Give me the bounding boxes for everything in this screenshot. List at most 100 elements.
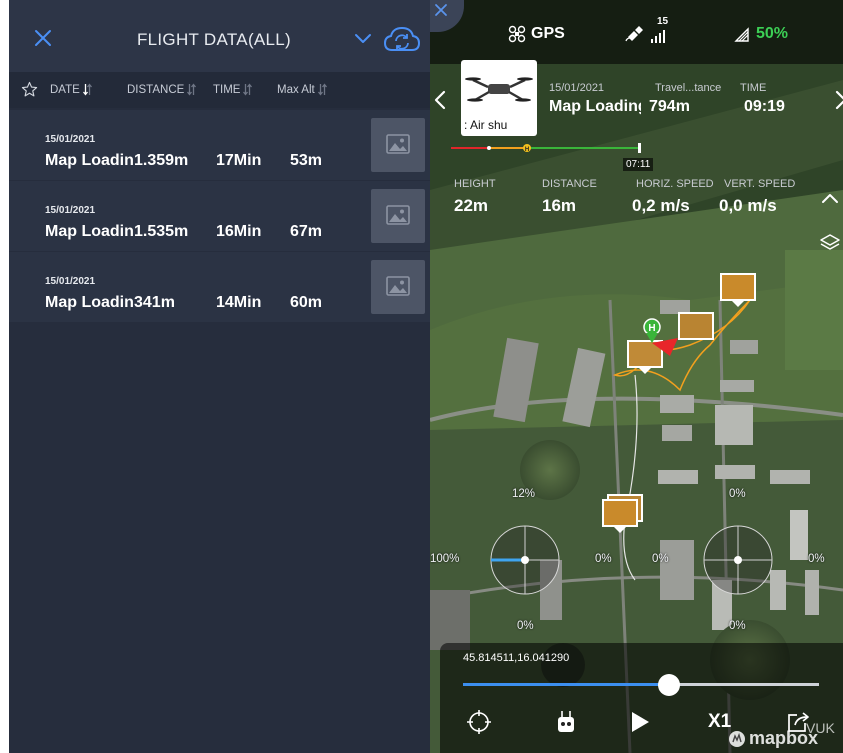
flight-row[interactable]: 15/01/2021 Map Loading 341m 14Min 60m xyxy=(9,252,430,322)
timeline-home-marker: H xyxy=(525,147,529,153)
mapbox-attribution[interactable]: mapbox xyxy=(728,728,818,749)
flight-distance: 1.359m xyxy=(134,152,189,169)
image-placeholder-icon xyxy=(386,276,410,296)
close-icon[interactable] xyxy=(434,3,448,17)
right-stick-gauge xyxy=(703,525,773,595)
aircraft-label: : Air shu xyxy=(464,118,508,132)
flight-date: 15/01/2021 xyxy=(45,276,96,287)
flight-thumbnail[interactable] xyxy=(371,260,425,314)
image-placeholder-icon xyxy=(386,134,410,154)
gps-status: GPS xyxy=(508,25,565,43)
timeline-current-time: 07:11 xyxy=(623,158,654,171)
flight-time: 16Min xyxy=(216,223,262,240)
sort-time-header[interactable]: TIME xyxy=(213,83,253,96)
sort-icon xyxy=(317,83,327,96)
height-label: HEIGHT xyxy=(454,178,496,190)
battery-icon xyxy=(734,27,749,42)
flight-date: 15/01/2021 xyxy=(45,205,96,216)
right-stick-left-value: 0% xyxy=(652,553,669,565)
gps-label: GPS xyxy=(531,25,565,42)
flight-map-view[interactable]: H GPS 15 50%: Air shu 15/01/2021 Map Lo… xyxy=(430,0,843,753)
previous-arrow-icon[interactable] xyxy=(433,89,447,111)
play-icon[interactable] xyxy=(626,709,652,735)
distance-value: 16m xyxy=(542,196,577,215)
sort-distance-header[interactable]: DISTANCE xyxy=(127,83,197,96)
playback-progress-knob[interactable] xyxy=(658,674,681,696)
flight-distance: 1.535m xyxy=(134,223,189,240)
flight-max-alt: 53m xyxy=(290,152,323,169)
layers-icon[interactable] xyxy=(819,232,841,254)
distance-column-label: DISTANCE xyxy=(127,83,185,96)
flight-timeline[interactable]: H xyxy=(451,143,641,153)
time-label: TIME xyxy=(740,82,767,94)
cloud-sync-icon[interactable] xyxy=(383,24,421,54)
flight-row[interactable]: 15/01/2021 Map Loading 1.535m 16Min 67m xyxy=(9,181,430,251)
photo-marker[interactable] xyxy=(678,312,714,340)
sort-icon xyxy=(243,83,253,96)
flight-name: Map Loading xyxy=(45,294,133,311)
mapbox-logo-icon xyxy=(729,730,745,747)
satellite-icon xyxy=(625,26,643,42)
home-marker-letter: H xyxy=(648,323,655,334)
date-column-label: DATE xyxy=(50,83,80,96)
left-stick-top-value: 12% xyxy=(512,488,536,500)
sort-desc-icon xyxy=(82,83,92,96)
distance-label: DISTANCE xyxy=(542,178,597,190)
drone-icon xyxy=(508,25,526,43)
flight-thumbnail[interactable] xyxy=(371,118,425,172)
flight-name: Map Loading xyxy=(45,223,133,240)
max-alt-column-label: Max Alt xyxy=(277,83,315,96)
horiz-speed-value: 0,2 m/s xyxy=(632,196,690,215)
flight-row[interactable]: 15/01/2021 Map Loading 1.359m 17Min 53m xyxy=(9,110,430,180)
next-arrow-icon[interactable] xyxy=(834,89,843,111)
chevron-up-icon[interactable] xyxy=(819,188,841,210)
flight-name: Map Loading xyxy=(45,152,133,169)
left-stick-gauge xyxy=(490,525,560,595)
close-icon[interactable] xyxy=(31,26,55,50)
flight-time: 17Min xyxy=(216,152,262,169)
playback-progress-fill xyxy=(463,683,670,686)
sort-date-header[interactable]: DATE xyxy=(50,83,92,96)
height-value: 22m xyxy=(454,196,489,215)
right-stick-bottom-value: 0% xyxy=(729,620,746,632)
flight-time: 14Min xyxy=(216,294,262,311)
left-stick-left-value: 100% xyxy=(430,553,460,565)
satellite-count: 15 xyxy=(657,16,669,27)
panel-title: FLIGHT DATA(ALL) xyxy=(136,30,292,49)
flight-distance: 341m xyxy=(134,294,175,311)
right-stick-top-value: 0% xyxy=(729,488,746,500)
aircraft-image xyxy=(465,77,533,102)
battery-status: 50% xyxy=(733,25,788,43)
flight-date: 15/01/2021 xyxy=(45,134,96,145)
star-icon[interactable] xyxy=(21,81,38,98)
battery-percent: 50% xyxy=(756,25,789,42)
sort-icon xyxy=(187,83,197,96)
image-placeholder-icon xyxy=(386,205,410,225)
aircraft-card[interactable]: : Air shu xyxy=(461,60,537,136)
sort-maxalt-header[interactable]: Max Alt xyxy=(277,83,327,96)
locate-crosshair-icon[interactable] xyxy=(466,709,492,735)
flight-list-panel: FLIGHT DATA(ALL) DATE DISTANCE TIME Max … xyxy=(9,0,430,753)
flight-max-alt: 60m xyxy=(290,294,323,311)
left-stick-right-value: 0% xyxy=(595,553,612,565)
flight-date: 15/01/2021 xyxy=(549,82,605,94)
playback-progress-track[interactable] xyxy=(463,683,819,686)
flight-name: Map Loading xyxy=(549,98,641,115)
left-stick-bottom-value: 0% xyxy=(517,620,534,632)
time-value: 09:19 xyxy=(744,98,785,115)
column-header: DATE DISTANCE TIME Max Alt xyxy=(9,72,430,108)
right-stick-right-value: 0% xyxy=(808,553,825,565)
flight-max-alt: 67m xyxy=(290,223,323,240)
signal-bars-icon xyxy=(651,30,665,43)
vert-speed-value: 0,0 m/s xyxy=(719,196,777,215)
horiz-speed-label: HORIZ. SPEED xyxy=(636,178,714,190)
travel-distance-value: 794m xyxy=(649,98,690,115)
flight-thumbnail[interactable] xyxy=(371,189,425,243)
satellite-status xyxy=(625,25,666,43)
remote-controller-icon[interactable] xyxy=(553,709,579,735)
list-header: FLIGHT DATA(ALL) xyxy=(9,0,430,72)
vert-speed-label: VERT. SPEED xyxy=(724,178,796,190)
travel-distance-label: Travel...tance xyxy=(655,82,722,94)
map-corner-label: VUK xyxy=(806,720,835,736)
chevron-down-icon[interactable] xyxy=(354,33,372,45)
